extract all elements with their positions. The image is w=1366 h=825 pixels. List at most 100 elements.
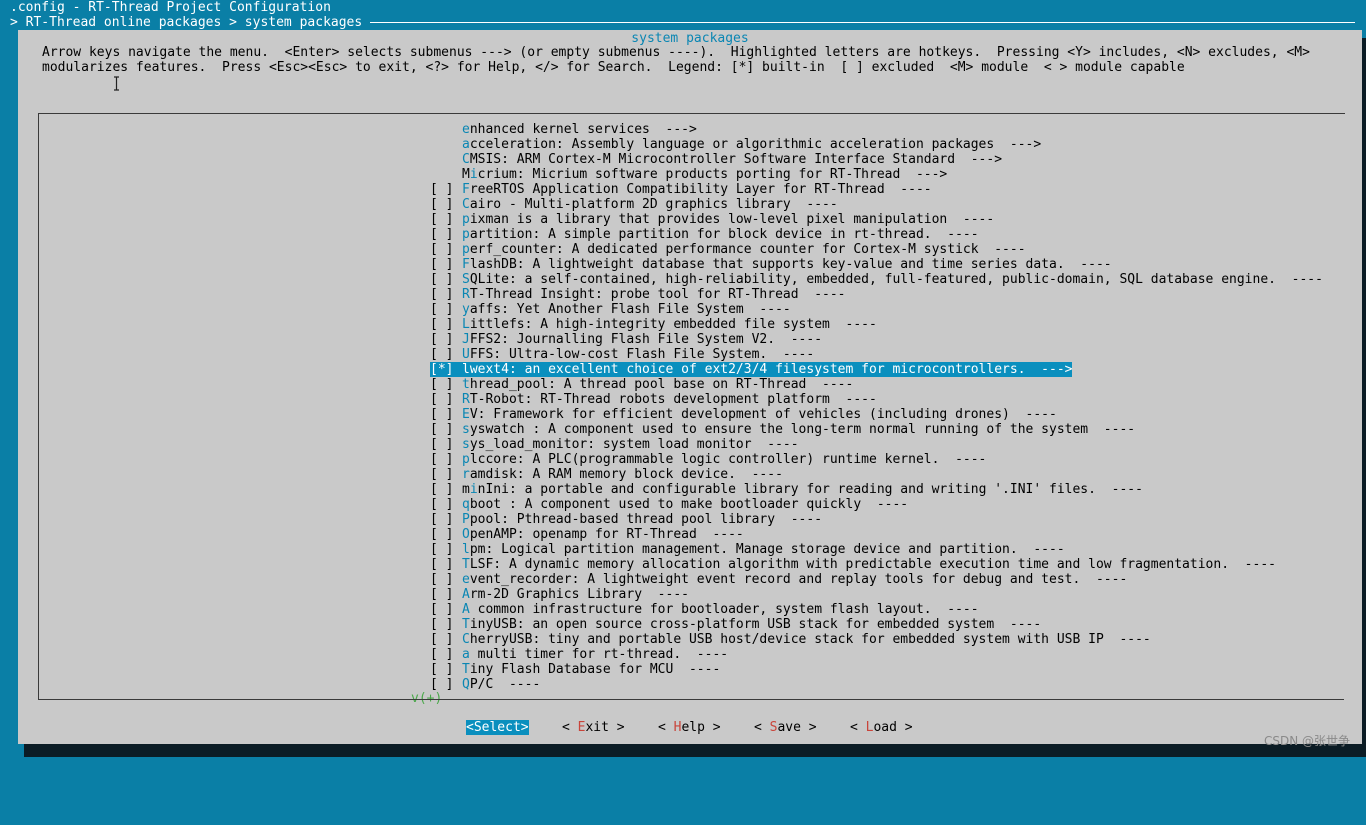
menu-item-label: V: Framework for efficient development o… [469,407,1057,422]
menu-item-hotkey: L [462,317,470,332]
menu-item-content: [ ] qboot : A component used to make boot… [430,497,908,512]
menu-item[interactable]: [ ] qboot : A component used to make boot… [430,497,1323,512]
menu-item-checkbox[interactable]: [ ] [430,392,454,407]
help-line-2: modularizes features. Press <Esc><Esc> t… [42,60,1185,75]
menu-item[interactable]: [ ] TinyUSB: an open source cross-platfor… [430,617,1323,632]
menu-item-label: T-Robot: RT-Thread robots development pl… [469,392,877,407]
menu-item[interactable]: [ ] ramdisk: A RAM memory block device. -… [430,467,1323,482]
menu-item[interactable]: [ ] QP/C ---- [430,677,1323,692]
menu-item[interactable]: [ ] RT-Thread Insight: probe tool for RT-… [430,287,1323,302]
menu-item[interactable]: [ ] FlashDB: A lightweight database that … [430,257,1323,272]
menu-item[interactable]: [ ] Tiny Flash Database for MCU ---- [430,662,1323,677]
menu-item-hotkey: e [462,122,470,137]
menu-item-checkbox[interactable]: [ ] [430,632,454,647]
watermark: CSDN @张世争 [1263,734,1350,748]
menu-item[interactable]: [ ] SQLite: a self-contained, high-reliab… [430,272,1323,287]
menu-item[interactable]: [ ] OpenAMP: openamp for RT-Thread ---- [430,527,1323,542]
menu-item[interactable]: [ ] pixman is a library that provides low… [430,212,1323,227]
menu-item-checkbox[interactable]: [ ] [430,302,454,317]
menu-item[interactable]: [ ] EV: Framework for efficient developme… [430,407,1323,422]
menu-item-checkbox[interactable]: [ ] [430,497,454,512]
exit-button[interactable]: < Exit > [562,720,625,735]
menu-item-checkbox[interactable]: [*] [430,362,454,377]
menu-item-label: iny Flash Database for MCU ---- [469,662,721,677]
menu-item[interactable]: [ ] Cairo - Multi-platform 2D graphics li… [430,197,1323,212]
menu-item-checkbox[interactable]: [ ] [430,317,454,332]
menu-item[interactable]: enhanced kernel services ---> [430,122,1323,137]
menu-item[interactable]: [ ] UFFS: Ultra-low-cost Flash File Syste… [430,347,1323,362]
menu-item-checkbox[interactable]: [ ] [430,227,454,242]
menu-item[interactable]: [ ] partition: A simple partition for blo… [430,227,1323,242]
menu-item[interactable]: acceleration: Assembly language or algor… [430,137,1323,152]
menu-item-checkbox[interactable]: [ ] [430,242,454,257]
menu-item-checkbox[interactable]: [ ] [430,467,454,482]
menu-item-checkbox[interactable]: [ ] [430,212,454,227]
menu-item[interactable]: [ ] event_recorder: A lightweight event r… [430,572,1323,587]
menu-item[interactable]: [ ] plccore: A PLC(programmable logic con… [430,452,1323,467]
menu-item-content: [ ] perf_counter: A dedicated performance… [430,242,1026,257]
menu-item-checkbox[interactable]: [ ] [430,527,454,542]
menu-item-checkbox[interactable]: [ ] [430,557,454,572]
menu-item-checkbox[interactable]: [ ] [430,587,454,602]
menu-item-content: [ ] event_recorder: A lightweight event r… [430,572,1127,587]
menu-item[interactable]: [ ] A common infrastructure for bootloade… [430,602,1323,617]
menu-item[interactable]: [ ] Arm-2D Graphics Library ---- [430,587,1323,602]
menu-item-label: penAMP: openamp for RT-Thread ---- [469,527,744,542]
menu-item[interactable]: [*] lwext4: an excellent choice of ext2/3… [430,362,1323,377]
menu-item[interactable]: [ ] RT-Robot: RT-Thread robots developmen… [430,392,1323,407]
menu-item-content: Micrium: Micrium software products porti… [430,167,947,182]
menu-item-label: pool: Pthread-based thread pool library … [469,512,823,527]
menu-item-checkbox[interactable]: [ ] [430,662,454,677]
menu-item[interactable]: [ ] yaffs: Yet Another Flash File System … [430,302,1323,317]
menu-item-checkbox[interactable]: [ ] [430,437,454,452]
save-button[interactable]: < Save > [754,720,817,735]
menu-item[interactable]: [ ] TLSF: A dynamic memory allocation alg… [430,557,1323,572]
select-button[interactable]: <Select> [466,720,529,735]
help-button[interactable]: < Help > [658,720,721,735]
menu-item[interactable]: [ ] FreeRTOS Application Compatibility La… [430,182,1323,197]
menu-item[interactable]: [ ] perf_counter: A dedicated performance… [430,242,1323,257]
menu-item-checkbox[interactable]: [ ] [430,677,454,692]
menu-item[interactable]: Micrium: Micrium software products porti… [430,167,1323,182]
menu-item-hotkey: e [462,572,470,587]
menu-item-content: [ ] pixman is a library that provides low… [430,212,994,227]
menu-item[interactable]: [ ] Ppool: Pthread-based thread pool libr… [430,512,1323,527]
menu-item-hotkey: p [462,242,470,257]
menu-item-checkbox[interactable]: [ ] [430,197,454,212]
menu-item-content: [ ] Cairo - Multi-platform 2D graphics li… [430,197,838,212]
menu-item[interactable]: [ ] JFFS2: Journalling Flash File System … [430,332,1323,347]
menu-item-content: acceleration: Assembly language or algor… [430,137,1041,152]
menu-item-content: [ ] FreeRTOS Application Compatibility La… [430,182,932,197]
menu-item-checkbox[interactable]: [ ] [430,377,454,392]
menu-item[interactable]: [ ] lpm: Logical partition management. Ma… [430,542,1323,557]
menu-item-checkbox[interactable]: [ ] [430,617,454,632]
menu-item-checkbox[interactable]: [ ] [430,347,454,362]
menu-item[interactable]: [ ] thread_pool: A thread pool base on RT… [430,377,1323,392]
menu-item-checkbox[interactable]: [ ] [430,332,454,347]
menu-item-checkbox[interactable]: [ ] [430,257,454,272]
menu-item-hotkey: F [462,182,470,197]
menu-list[interactable]: enhanced kernel services ---> acceleratio… [38,113,1345,706]
menu-item-checkbox[interactable]: [ ] [430,182,454,197]
menu-item-checkbox[interactable]: [ ] [430,647,454,662]
menu-item[interactable]: CMSIS: ARM Cortex-M Microcontroller Soft… [430,152,1323,167]
menu-item[interactable]: [ ] CherryUSB: tiny and portable USB host… [430,632,1323,647]
menu-item-label-prefix: m [462,482,470,497]
menu-item[interactable]: [ ] minIni: a portable and configurable l… [430,482,1323,497]
menu-item-checkbox[interactable]: [ ] [430,452,454,467]
menu-item-checkbox[interactable]: [ ] [430,482,454,497]
menu-item-checkbox[interactable]: [ ] [430,272,454,287]
menu-item[interactable]: [ ] sys_load_monitor: system load monitor… [430,437,1323,452]
menu-item-checkbox[interactable]: [ ] [430,572,454,587]
menu-item-checkbox[interactable]: [ ] [430,407,454,422]
menu-item[interactable]: [ ] syswatch : A component used to ensure… [430,422,1323,437]
menu-item-checkbox[interactable]: [ ] [430,287,454,302]
menu-item-label: yswatch : A component used to ensure the… [469,422,1136,437]
menu-item-checkbox[interactable]: [ ] [430,542,454,557]
menu-item-checkbox[interactable]: [ ] [430,422,454,437]
menu-item-checkbox[interactable]: [ ] [430,512,454,527]
menu-item[interactable]: [ ] a multi timer for rt-thread. ---- [430,647,1323,662]
menu-item-checkbox[interactable]: [ ] [430,602,454,617]
menu-item[interactable]: [ ] Littlefs: A high-integrity embedded f… [430,317,1323,332]
load-button[interactable]: < Load > [850,720,913,735]
